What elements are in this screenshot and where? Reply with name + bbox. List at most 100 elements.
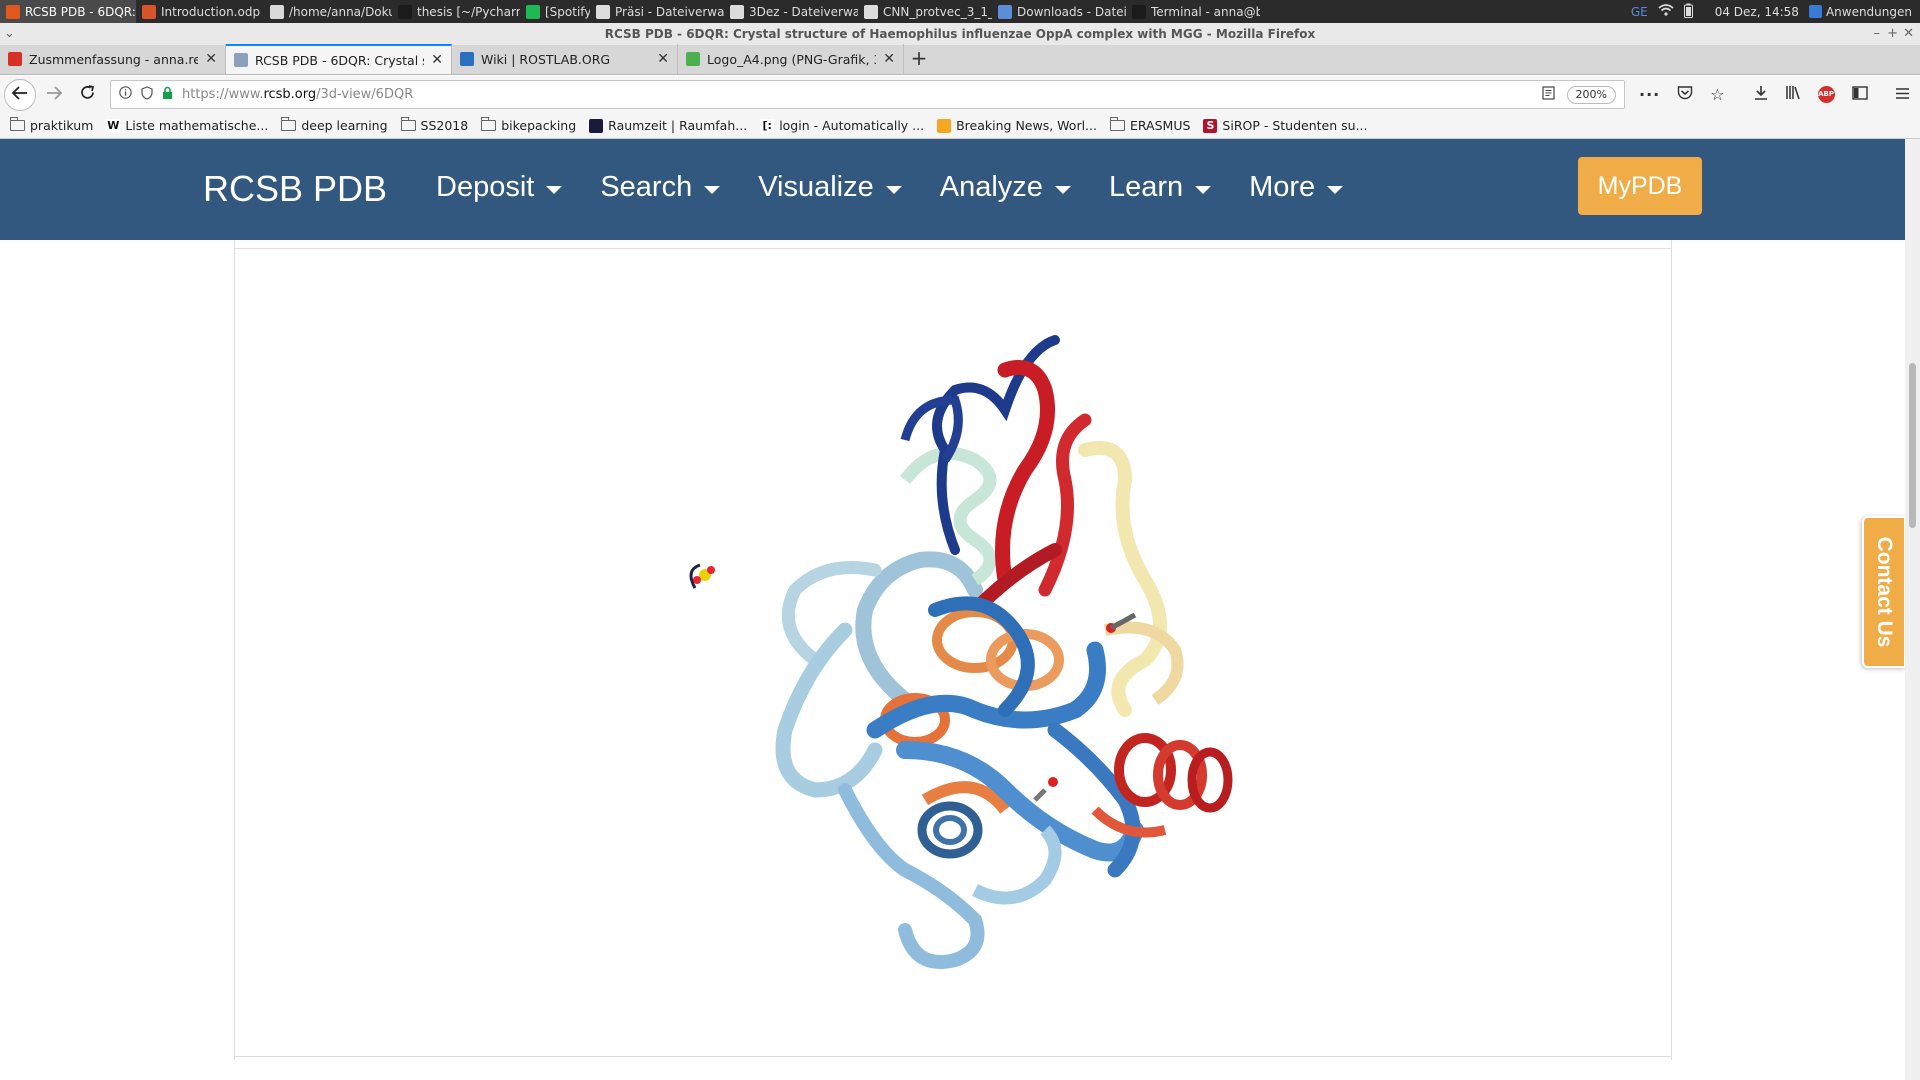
3d-structure-viewer[interactable] bbox=[675, 330, 1235, 1000]
bookmark-label: Breaking News, Worl... bbox=[956, 118, 1097, 133]
bookmark-item[interactable]: W Liste mathematische... bbox=[106, 118, 268, 133]
nav-item-label: Visualize bbox=[758, 171, 874, 203]
taskbar-item-label: Terminal - anna@ban... bbox=[1151, 4, 1260, 19]
nav-item-label: Search bbox=[600, 171, 693, 203]
site-logo[interactable]: RCSB PDB bbox=[203, 168, 387, 210]
clock[interactable]: 04 Dez, 14:58 bbox=[1715, 5, 1799, 19]
contact-us-tab[interactable]: Contact Us bbox=[1862, 516, 1906, 668]
taskbar-item-label: Downloads - Dateiver... bbox=[1017, 4, 1126, 19]
tracking-shield-icon[interactable] bbox=[141, 85, 153, 104]
bookmark-star-icon[interactable]: ☆ bbox=[1710, 85, 1724, 104]
taskbar-item[interactable]: Introduction.odp - Libr... bbox=[136, 0, 264, 23]
browser-tab[interactable]: Logo_A4.png (PNG-Grafik, 33 ✕ bbox=[678, 44, 904, 74]
applications-label: Anwendungen bbox=[1825, 4, 1912, 19]
url-bar[interactable]: https://www.rcsb.org/3d-view/6DQR 200% bbox=[110, 80, 1625, 109]
scrollbar-thumb[interactable] bbox=[1909, 363, 1916, 528]
favicon-icon bbox=[686, 52, 700, 66]
taskbar-item[interactable]: Terminal - anna@ban... bbox=[1126, 0, 1260, 23]
main-nav: Deposit Search Visualize Analyze Learn More bbox=[436, 171, 1344, 204]
protein-ribbon-render[interactable] bbox=[675, 330, 1235, 1000]
taskbar-item[interactable]: RCSB PDB - 6DQR: Cr... bbox=[0, 0, 136, 23]
page-actions-icon[interactable]: ··· bbox=[1639, 85, 1660, 104]
panel-top-divider bbox=[235, 248, 1671, 249]
bookmark-label: Raumzeit | Raumfah... bbox=[608, 118, 748, 133]
sidebar-icon[interactable] bbox=[1851, 85, 1868, 104]
page-scrollbar[interactable] bbox=[1905, 139, 1920, 1080]
info-icon[interactable] bbox=[119, 86, 132, 103]
url-prefix: https://www. bbox=[182, 87, 264, 102]
zoom-level-badge[interactable]: 200% bbox=[1566, 85, 1616, 104]
taskbar-item-label: Präsi - Dateiverwaltung bbox=[615, 4, 724, 19]
bookmark-item[interactable]: bikepacking bbox=[481, 117, 576, 133]
bookmark-label: praktikum bbox=[30, 118, 94, 133]
reader-view-icon[interactable] bbox=[1541, 85, 1555, 104]
taskbar-item[interactable]: CNN_protvec_3_1_7_1... bbox=[858, 0, 992, 23]
wifi-icon[interactable] bbox=[1658, 4, 1674, 19]
favicon-icon bbox=[234, 53, 248, 67]
browser-tab-bar: Zusmmenfassung - anna.reit ✕ RCSB PDB - 6D… bbox=[0, 44, 1920, 75]
bookmark-item[interactable]: SS2018 bbox=[400, 117, 468, 133]
folder-icon bbox=[281, 117, 297, 131]
browser-tab[interactable]: Wiki | ROSTLAB.ORG ✕ bbox=[452, 44, 678, 74]
applications-icon bbox=[1808, 5, 1822, 18]
applications-menu[interactable]: Anwendungen bbox=[1808, 4, 1912, 19]
nav-item-label: Learn bbox=[1108, 171, 1184, 203]
minimize-icon[interactable]: – bbox=[1874, 23, 1881, 45]
caret-down-icon bbox=[704, 185, 721, 194]
tab-close-icon[interactable]: ✕ bbox=[431, 52, 443, 68]
bookmark-item[interactable]: [: login - Automatically ... bbox=[760, 118, 924, 133]
bookmark-item[interactable]: ERASMUS bbox=[1109, 117, 1190, 133]
nav-item-more[interactable]: More bbox=[1249, 171, 1344, 204]
bookmark-item[interactable]: Raumzeit | Raumfah... bbox=[589, 118, 747, 133]
nav-item-analyze[interactable]: Analyze bbox=[940, 171, 1071, 204]
close-window-icon[interactable]: ✕ bbox=[1903, 23, 1914, 45]
nav-item-deposit[interactable]: Deposit bbox=[436, 171, 563, 204]
browser-tab[interactable]: RCSB PDB - 6DQR: Crystal str ✕ bbox=[226, 44, 452, 74]
taskbar-item[interactable]: 3Dez - Dateiverwaltung bbox=[724, 0, 858, 23]
taskbar-item[interactable]: Präsi - Dateiverwaltung bbox=[590, 0, 724, 23]
nav-item-visualize[interactable]: Visualize bbox=[758, 171, 902, 204]
reload-icon bbox=[80, 84, 94, 99]
taskbar-item[interactable]: Downloads - Dateiver... bbox=[992, 0, 1126, 23]
pocket-icon[interactable] bbox=[1677, 85, 1693, 104]
task-list: RCSB PDB - 6DQR: Cr... Introduction.odp -… bbox=[0, 0, 1260, 23]
window-titlebar: ⌄ RCSB PDB - 6DQR: Crystal structure of … bbox=[0, 23, 1920, 45]
reload-button[interactable] bbox=[72, 80, 102, 110]
taskbar-item[interactable]: [Spotify] bbox=[520, 0, 590, 23]
nav-item-search[interactable]: Search bbox=[600, 171, 721, 204]
back-button[interactable] bbox=[4, 78, 36, 111]
browser-tab[interactable]: Zusmmenfassung - anna.reit ✕ bbox=[0, 44, 226, 74]
keyboard-layout-indicator[interactable]: GE bbox=[1631, 5, 1648, 19]
tab-close-icon[interactable]: ✕ bbox=[205, 51, 217, 67]
bookmark-label: deep learning bbox=[301, 118, 388, 133]
lock-icon[interactable] bbox=[162, 86, 173, 104]
taskbar-item[interactable]: thesis [~/PycharmProj... bbox=[392, 0, 520, 23]
bookmark-item[interactable]: deep learning bbox=[281, 117, 388, 133]
bookmark-favicon-icon: S bbox=[1203, 118, 1218, 133]
adblock-icon[interactable]: ABP bbox=[1817, 86, 1835, 103]
window-menu-icon[interactable]: ⌄ bbox=[4, 23, 15, 45]
bookmark-item[interactable]: praktikum bbox=[10, 117, 94, 133]
tab-label: Wiki | ROSTLAB.ORG bbox=[481, 51, 611, 67]
tab-close-icon[interactable]: ✕ bbox=[657, 51, 669, 67]
bookmark-item[interactable]: Breaking News, Worl... bbox=[937, 118, 1097, 133]
url-path: /3d-view/6DQR bbox=[316, 87, 414, 102]
new-tab-button[interactable]: + bbox=[904, 44, 934, 74]
battery-icon[interactable] bbox=[1683, 3, 1693, 21]
library-icon[interactable] bbox=[1785, 85, 1801, 104]
hamburger-menu-icon[interactable] bbox=[1895, 85, 1910, 104]
mypdb-button[interactable]: MyPDB bbox=[1578, 157, 1702, 215]
nav-item-label: Deposit bbox=[436, 171, 535, 203]
taskbar-item[interactable]: /home/anna/Dokume... bbox=[264, 0, 392, 23]
bookmark-item[interactable]: S SiROP - Studenten su... bbox=[1203, 118, 1368, 133]
downloads-icon[interactable] bbox=[1754, 85, 1768, 104]
maximize-icon[interactable]: + bbox=[1887, 23, 1898, 45]
nav-item-learn[interactable]: Learn bbox=[1108, 171, 1212, 204]
site-header: RCSB PDB Deposit Search Visualize Analyze Le… bbox=[0, 139, 1905, 240]
bookmark-label: SiROP - Studenten su... bbox=[1222, 118, 1368, 133]
forward-button[interactable] bbox=[39, 80, 69, 110]
bookmark-favicon-icon: W bbox=[106, 118, 121, 133]
tab-close-icon[interactable]: ✕ bbox=[883, 51, 895, 67]
taskbar-item-label: [Spotify] bbox=[545, 4, 590, 19]
url-text[interactable]: https://www.rcsb.org/3d-view/6DQR bbox=[182, 87, 413, 102]
